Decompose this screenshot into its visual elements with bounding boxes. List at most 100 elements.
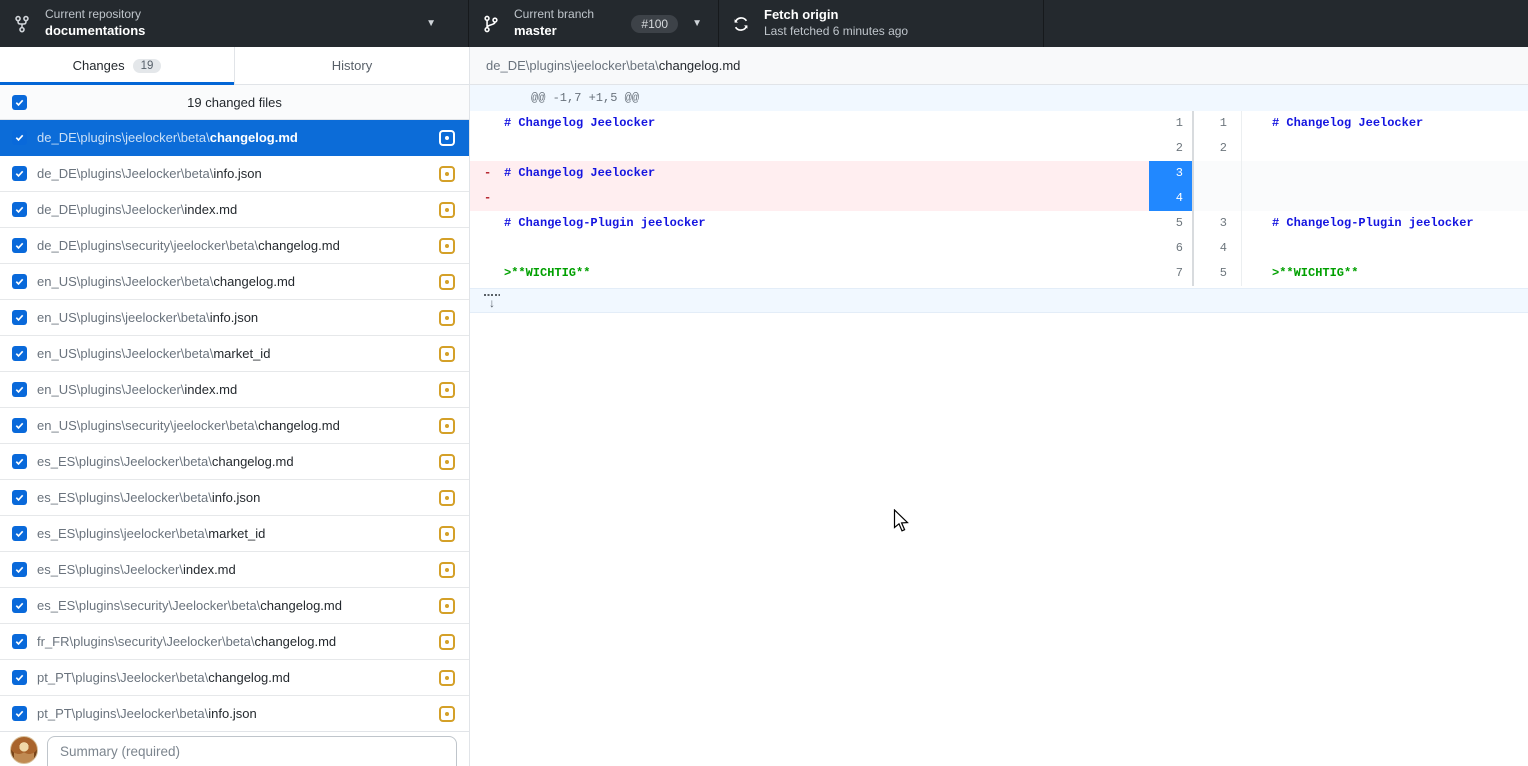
file-checkbox[interactable] [12,490,27,505]
diff-line-marker [484,261,504,286]
file-checkbox[interactable] [12,418,27,433]
file-checkbox[interactable] [12,526,27,541]
diff-new-line-number[interactable]: 3 [1194,211,1242,236]
file-row[interactable]: de_DE\plugins\Jeelocker\beta\info.json [0,156,469,192]
file-checkbox[interactable] [12,202,27,217]
diff-old-line-number[interactable]: 2 [1149,136,1194,161]
file-row[interactable]: es_ES\plugins\Jeelocker\beta\info.json [0,480,469,516]
file-row[interactable]: es_ES\plugins\security\Jeelocker\beta\ch… [0,588,469,624]
chevron-down-icon: ▼ [426,18,436,29]
file-name: index.md [182,562,236,577]
file-row[interactable]: es_ES\plugins\Jeelocker\index.md [0,552,469,588]
file-path: en_US\plugins\Jeelocker\beta\market_id [37,346,270,361]
diff-new-text: >**WICHTIG** [1272,266,1359,280]
file-dir: de_DE\plugins\Jeelocker\ [37,202,185,217]
branch-label: Current branch [514,7,595,22]
diff-old-content [470,236,1149,261]
diff-old-content: - # Changelog Jeelocker [470,161,1149,186]
file-checkbox[interactable] [12,166,27,181]
file-row[interactable]: es_ES\plugins\Jeelocker\beta\changelog.m… [0,444,469,480]
file-checkbox[interactable] [12,310,27,325]
file-dir: es_ES\plugins\Jeelocker\beta\ [37,454,212,469]
tab-changes[interactable]: Changes 19 [0,47,234,85]
diff-new-line-number[interactable]: 5 [1194,261,1242,286]
file-checkbox[interactable] [12,670,27,685]
file-row[interactable]: en_US\plugins\security\jeelocker\beta\ch… [0,408,469,444]
file-row[interactable]: en_US\plugins\Jeelocker\index.md [0,372,469,408]
diff-old-line-number[interactable]: 7 [1149,261,1194,286]
file-checkbox[interactable] [12,562,27,577]
file-checkbox[interactable] [12,382,27,397]
file-checkbox[interactable] [12,238,27,253]
modified-icon [439,129,455,146]
file-name: changelog.md [254,634,337,649]
file-checkbox[interactable] [12,598,27,613]
expand-diff-handle[interactable]: ↓ [483,292,501,312]
diff-old-line-number[interactable]: 6 [1149,236,1194,261]
diff-line-marker [484,136,504,161]
file-dir: es_ES\plugins\jeelocker\beta\ [37,526,209,541]
diff-new-line-number[interactable] [1194,161,1242,186]
diff-new-line-number[interactable]: 1 [1194,111,1242,136]
current-branch-selector[interactable]: Current branch master #100 ▼ [469,0,719,47]
modified-dot [445,387,449,392]
file-checkbox[interactable] [12,274,27,289]
fetch-title: Fetch origin [764,7,839,23]
file-row[interactable]: fr_FR\plugins\security\Jeelocker\beta\ch… [0,624,469,660]
changes-sidebar: Changes 19 History 19 changed files de_D… [0,47,469,766]
modified-icon [439,453,455,470]
current-repository-selector[interactable]: Current repository documentations ▼ [0,0,469,47]
chevron-down-icon: ▼ [692,18,702,29]
changed-files-count: 19 changed files [187,94,282,110]
modified-icon [439,489,455,506]
file-row[interactable]: de_DE\plugins\Jeelocker\index.md [0,192,469,228]
expand-diff-strip: ↓ [470,288,1528,313]
file-row[interactable]: en_US\plugins\jeelocker\beta\info.json [0,300,469,336]
file-name: index.md [184,202,238,217]
diff-old-line-number[interactable]: 4 [1149,186,1194,211]
file-dir: pt_PT\plugins\Jeelocker\beta\ [37,670,209,685]
file-dir: de_DE\plugins\Jeelocker\beta\ [37,166,214,181]
file-dir: pt_PT\plugins\Jeelocker\beta\ [37,706,209,721]
modified-dot [445,243,449,248]
modified-dot [445,675,449,680]
file-row[interactable]: de_DE\plugins\jeelocker\beta\changelog.m… [0,120,469,156]
file-checkbox[interactable] [12,634,27,649]
diff-new-content [1242,236,1528,261]
file-row[interactable]: en_US\plugins\Jeelocker\beta\changelog.m… [0,264,469,300]
modified-dot [445,423,449,428]
file-row[interactable]: pt_PT\plugins\Jeelocker\beta\info.json [0,696,469,731]
file-name: changelog.md [211,454,294,469]
file-checkbox[interactable] [12,706,27,721]
diff-old-line-number[interactable]: 5 [1149,211,1194,236]
file-path: en_US\plugins\security\jeelocker\beta\ch… [37,418,340,433]
file-checkbox[interactable] [12,346,27,361]
file-name: index.md [184,382,238,397]
file-checkbox[interactable] [12,454,27,469]
diff-old-line-number[interactable]: 1 [1149,111,1194,136]
diff-new-content: >**WICHTIG** [1242,261,1528,286]
file-row[interactable]: pt_PT\plugins\Jeelocker\beta\changelog.m… [0,660,469,696]
select-all-checkbox[interactable] [12,94,27,110]
modified-dot [445,603,449,608]
arrow-down-icon: ↓ [489,296,495,310]
commit-summary-input[interactable] [47,736,457,766]
modified-dot [445,459,449,464]
diff-new-line-number[interactable]: 4 [1194,236,1242,261]
tab-history[interactable]: History [234,47,469,84]
diff-old-line-number[interactable]: 3 [1149,161,1194,186]
file-row[interactable]: es_ES\plugins\jeelocker\beta\market_id [0,516,469,552]
file-checkbox[interactable] [12,130,27,145]
diff-new-line-number[interactable]: 2 [1194,136,1242,161]
file-row[interactable]: en_US\plugins\Jeelocker\beta\market_id [0,336,469,372]
modified-icon [439,237,455,254]
file-row[interactable]: de_DE\plugins\security\jeelocker\beta\ch… [0,228,469,264]
diff-file-name: changelog.md [658,58,741,73]
repo-name: documentations [45,22,146,38]
diff-new-line-number[interactable] [1194,186,1242,211]
diff-new-content [1242,186,1528,211]
fetch-origin-button[interactable]: Fetch origin Last fetched 6 minutes ago [719,0,1044,47]
tab-history-label: History [331,58,373,73]
file-dir: de_DE\plugins\jeelocker\beta\ [37,130,210,145]
file-name: changelog.md [260,598,342,613]
